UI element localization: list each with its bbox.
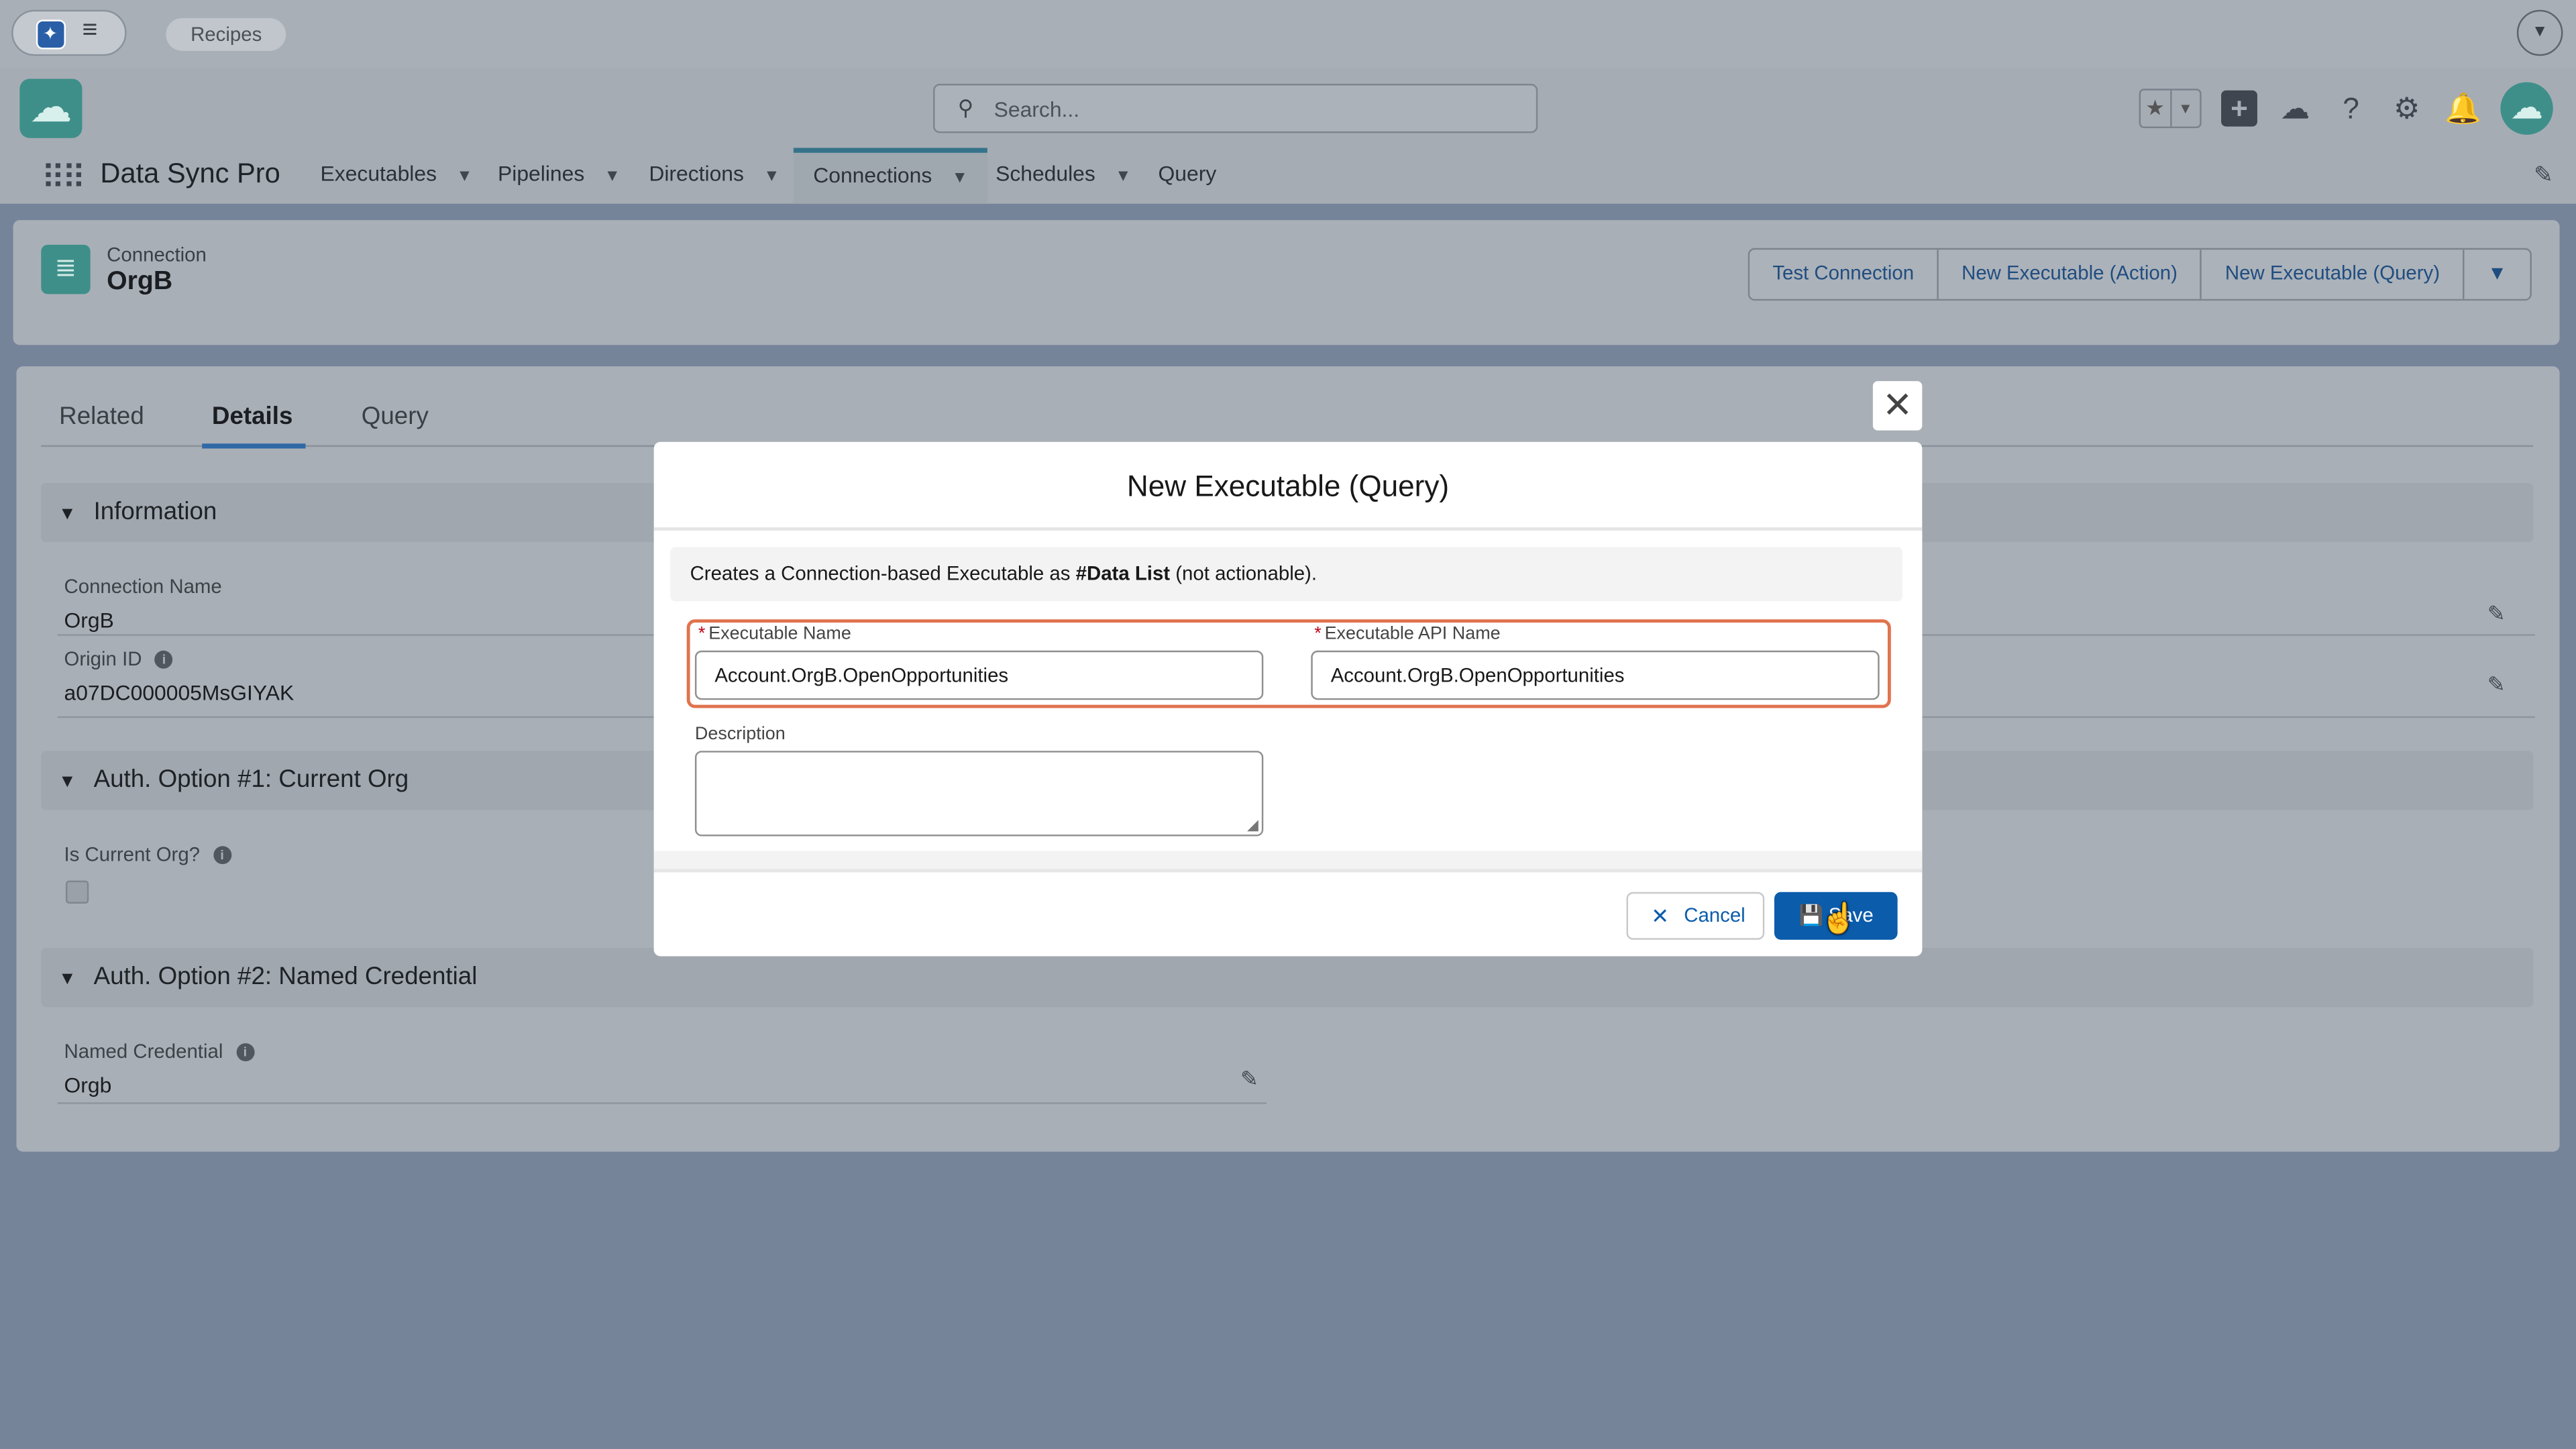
hamburger-icon[interactable]: ≡ <box>82 16 97 46</box>
org-logo[interactable]: ☁ <box>19 78 83 138</box>
sparkle-logo-icon[interactable] <box>36 19 66 50</box>
record-actions: Test Connection New Executable (Action) … <box>1748 248 2532 301</box>
chevron-down-icon: ▼ <box>1115 167 1132 186</box>
new-executable-query-button[interactable]: New Executable (Query) <box>2200 250 2463 299</box>
new-executable-action-button[interactable]: New Executable (Action) <box>1937 250 2201 299</box>
chevron-down-icon: ▼ <box>604 167 621 186</box>
modal-title: New Executable (Query) <box>653 442 1923 531</box>
connection-name-value: OrgB <box>64 608 114 633</box>
info-icon: i <box>155 650 173 669</box>
user-avatar[interactable]: ☁ <box>2500 82 2553 135</box>
global-header: ☁ ⚲ Search... ★ ▼ + ☁ ? ⚙ 🔔 ☁ ⠿⠿ Data Syn… <box>0 68 2576 204</box>
modal-close-icon[interactable]: ✕ <box>1872 381 1923 431</box>
mouse-pointer-icon: ☝ <box>1820 902 1858 935</box>
app-nav-bar: ⠿⠿ Data Sync Pro Executables ▼ Pipelines ▼… <box>0 148 2576 204</box>
chevron-down-icon: ▼ <box>951 169 968 188</box>
nav-tab-directions[interactable]: Directions ▼ <box>649 148 780 203</box>
executable-name-label: * Executable Name <box>698 624 851 645</box>
modal-info-text: Creates a Connection-based Executable as… <box>670 547 1902 602</box>
browser-top-strip: ≡ Recipes ▼ <box>0 0 2576 69</box>
description-textarea[interactable]: ◢ <box>694 751 1264 837</box>
nav-tab-query[interactable]: Query <box>1159 148 1217 203</box>
resize-grip-icon: ◢ <box>1246 816 1258 833</box>
cancel-button[interactable]: ✕ Cancel <box>1626 892 1765 940</box>
recipes-chip[interactable]: Recipes <box>166 17 287 51</box>
info-icon: i <box>213 846 231 865</box>
database-icon: ≣ <box>41 244 91 294</box>
chevron-down-icon: ▼ <box>456 167 473 186</box>
description-label: Description <box>694 724 786 745</box>
nav-tab-connections[interactable]: Connections ▼ <box>793 148 988 204</box>
app-root: ≡ Recipes ▼ ☁ ⚲ Search... ★▼ + ☁ ? ⚙ 🔔 ☁… <box>0 0 2576 1449</box>
chevron-down-icon: ▼ <box>58 969 76 989</box>
connection-name-label: Connection Name <box>64 575 222 598</box>
named-credential-label: Named Credential i <box>64 1040 254 1063</box>
record-title: OrgB <box>107 268 173 296</box>
header-icon-tray: ★ ▼ + ☁ ? ⚙ 🔔 ☁ <box>2139 82 2553 135</box>
app-switcher-pill[interactable]: ≡ <box>11 9 127 56</box>
help-icon[interactable]: ? <box>2333 91 2369 127</box>
record-tabs: Related Details Query <box>41 396 2534 449</box>
origin-id-value: a07DC000005MsGIYAK <box>64 680 294 705</box>
section-auth-option-2[interactable]: ▼ Auth. Option #2: Named Credential <box>41 948 2534 1008</box>
tab-related[interactable]: Related <box>59 402 144 431</box>
named-credential-value: Orgb <box>64 1073 112 1097</box>
chevron-down-icon: ▼ <box>58 772 76 792</box>
nav-tab-pipelines[interactable]: Pipelines ▼ <box>498 148 621 203</box>
test-connection-button[interactable]: Test Connection <box>1750 250 1937 299</box>
executable-name-input[interactable]: Account.OrgB.OpenOpportunities <box>694 650 1264 700</box>
edit-pencil-icon[interactable]: ✎ <box>2487 672 2506 698</box>
edit-pencil-icon[interactable]: ✎ <box>1240 1066 1258 1092</box>
setup-gear-icon[interactable]: ⚙ <box>2389 91 2425 127</box>
app-launcher-icon[interactable]: ⠿⠿ <box>41 158 86 199</box>
new-executable-modal: New Executable (Query) Creates a Connect… <box>653 441 1923 957</box>
info-icon: i <box>235 1043 254 1062</box>
tab-query[interactable]: Query <box>362 402 429 431</box>
nav-tab-schedules[interactable]: Schedules ▼ <box>996 148 1131 203</box>
origin-id-label: Origin ID i <box>64 647 173 670</box>
favorites-icon[interactable]: ★ ▼ <box>2139 89 2202 129</box>
divider <box>57 1102 1267 1104</box>
edit-nav-pencil-icon[interactable]: ✎ <box>2534 161 2553 189</box>
search-placeholder: Search... <box>994 97 1080 122</box>
is-current-org-label: Is Current Org? i <box>64 843 231 866</box>
record-header: ≣ Connection OrgB Test Connection New Ex… <box>13 220 2560 345</box>
record-object-label: Connection <box>107 243 207 266</box>
edit-pencil-icon[interactable]: ✎ <box>2487 601 2506 627</box>
modal-footer: ✕ Cancel 💾 Save <box>653 869 1923 957</box>
executable-api-name-input[interactable]: Account.OrgB.OpenOpportunities <box>1311 650 1880 700</box>
notifications-bell-icon[interactable]: 🔔 <box>2445 91 2481 127</box>
search-icon: ⚲ <box>957 95 974 120</box>
trailhead-icon[interactable]: ☁ <box>2277 91 2313 127</box>
chevron-down-icon: ▼ <box>763 167 780 186</box>
app-name: Data Sync Pro <box>100 158 280 189</box>
close-icon: ✕ <box>1651 903 1669 928</box>
tab-details[interactable]: Details <box>202 402 307 449</box>
more-actions-dropdown[interactable]: ▼ <box>2463 250 2530 299</box>
executable-api-name-label: * Executable API Name <box>1314 624 1501 645</box>
modal-body: Creates a Connection-based Executable as… <box>653 531 1923 851</box>
add-icon[interactable]: + <box>2221 90 2257 127</box>
chevron-down-icon: ▼ <box>58 504 76 525</box>
modal-body-bottom-band <box>653 851 1923 869</box>
chevron-down-icon[interactable]: ▼ <box>2516 9 2563 56</box>
nav-tab-executables[interactable]: Executables ▼ <box>321 148 473 203</box>
global-search-input[interactable]: ⚲ Search... <box>933 83 1538 133</box>
is-current-org-checkbox[interactable] <box>65 880 89 904</box>
